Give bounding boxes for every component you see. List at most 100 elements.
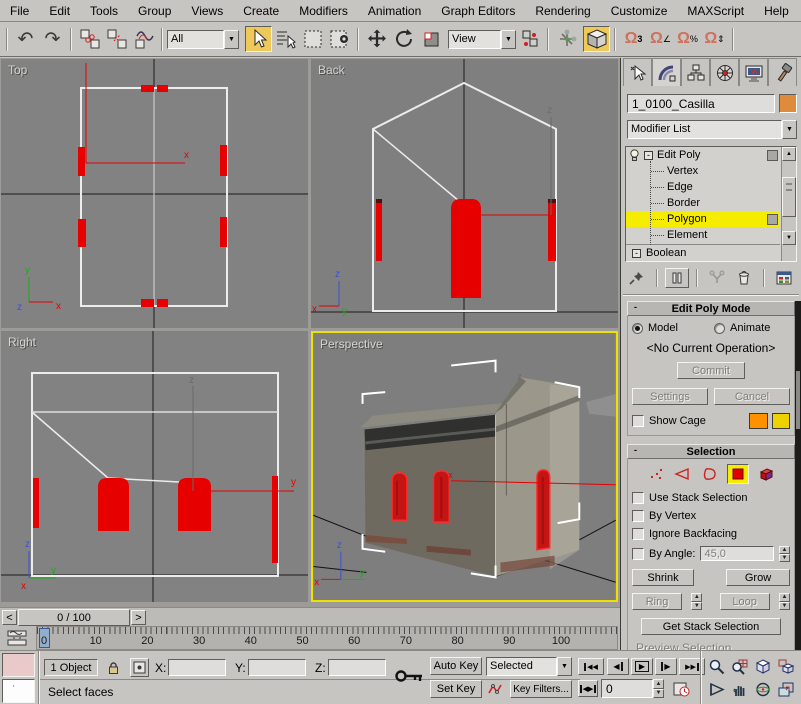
zoom-extents-button[interactable] bbox=[752, 657, 774, 676]
selection-lock-toggle[interactable] bbox=[104, 659, 122, 676]
by-angle-checkbox[interactable]: By Angle: 45,0 ▲▼ bbox=[632, 546, 790, 561]
modifier-enable-square[interactable] bbox=[767, 150, 778, 161]
ring-spinner[interactable]: ▲▼ bbox=[691, 593, 702, 610]
set-keys-button[interactable] bbox=[392, 656, 426, 696]
loop-spinner[interactable]: ▲▼ bbox=[779, 593, 790, 610]
stack-row-border[interactable]: Border bbox=[626, 195, 796, 211]
cage-color-swatch-yellow[interactable] bbox=[772, 413, 790, 429]
loop-button[interactable]: Loop bbox=[720, 593, 770, 610]
cancel-button[interactable]: Cancel bbox=[714, 388, 790, 405]
percent-snap-toggle-button[interactable]: Ω% bbox=[674, 26, 701, 52]
scroll-thumb[interactable] bbox=[782, 177, 796, 217]
window-crossing-toggle-button[interactable] bbox=[326, 26, 353, 52]
panel-scroll-thumb[interactable] bbox=[796, 371, 800, 429]
by-angle-field[interactable]: 45,0 bbox=[700, 546, 774, 561]
grow-button[interactable]: Grow bbox=[726, 569, 790, 586]
configure-modifier-sets-button[interactable] bbox=[772, 268, 796, 288]
key-mode-toggle-button[interactable]: ◀▶ bbox=[578, 680, 598, 697]
track-bar-ruler[interactable]: 0 10 20 30 40 50 60 70 80 90 100 bbox=[36, 626, 618, 650]
select-and-rotate-button[interactable] bbox=[390, 26, 417, 52]
next-frame-button[interactable]: ▶ bbox=[655, 658, 677, 675]
set-key-button[interactable]: Set Key bbox=[430, 680, 482, 698]
select-by-name-button[interactable] bbox=[272, 26, 299, 52]
make-unique-button[interactable] bbox=[705, 268, 729, 288]
zoom-extents-all-button[interactable] bbox=[775, 657, 797, 676]
rectangular-selection-region-button[interactable] bbox=[299, 26, 326, 52]
viewport-top-label[interactable]: Top bbox=[8, 63, 27, 77]
object-color-swatch[interactable] bbox=[779, 94, 797, 113]
auto-key-button[interactable]: Auto Key bbox=[430, 657, 482, 675]
model-radio[interactable]: Model bbox=[632, 322, 708, 334]
shrink-button[interactable]: Shrink bbox=[632, 569, 694, 586]
collapse-box-icon[interactable]: - bbox=[644, 151, 653, 160]
tab-motion[interactable] bbox=[710, 58, 739, 86]
viewport-perspective-canvas[interactable]: x z z x y bbox=[313, 333, 616, 600]
default-in-out-tangents-button[interactable] bbox=[486, 680, 506, 698]
selection-header[interactable]: - Selection bbox=[627, 444, 795, 459]
viewport-top[interactable]: x y x z Top bbox=[1, 59, 308, 328]
z-coordinate-field[interactable] bbox=[328, 659, 386, 676]
stack-scrollbar[interactable]: ▲ ▼ bbox=[781, 147, 796, 261]
settings-button[interactable]: Settings bbox=[632, 388, 708, 405]
vertex-subobject-button[interactable] bbox=[646, 465, 666, 483]
viewport-right-canvas[interactable]: y z z y x bbox=[1, 331, 308, 602]
viewport-perspective-label[interactable]: Perspective bbox=[320, 337, 383, 351]
modifier-enable-square[interactable] bbox=[767, 214, 778, 225]
remove-modifier-button[interactable] bbox=[732, 268, 756, 288]
snaps-toggle-button[interactable]: Ω3 bbox=[620, 26, 647, 52]
show-end-result-button[interactable] bbox=[665, 268, 689, 288]
ignore-backfacing-checkbox[interactable]: Ignore Backfacing bbox=[632, 528, 790, 540]
viewport-right[interactable]: y z z y x Right bbox=[1, 331, 308, 602]
time-slider-prev-button[interactable]: < bbox=[2, 610, 17, 625]
menu-edit[interactable]: Edit bbox=[39, 1, 80, 21]
modifier-list-dropdown[interactable]: Modifier List ▼ bbox=[627, 120, 797, 139]
pan-button[interactable] bbox=[729, 680, 751, 699]
angle-snap-toggle-button[interactable]: Ω∠ bbox=[647, 26, 674, 52]
tab-create[interactable] bbox=[623, 58, 652, 86]
arc-rotate-button[interactable] bbox=[752, 680, 774, 699]
menu-rendering[interactable]: Rendering bbox=[525, 1, 600, 21]
collapse-box-icon[interactable]: - bbox=[632, 249, 641, 258]
stack-modifier-label[interactable]: Edit Poly bbox=[657, 149, 763, 161]
time-slider-handle[interactable]: 0 / 100 bbox=[18, 609, 130, 626]
use-pivot-center-button[interactable] bbox=[516, 26, 543, 52]
maxscript-mini-listener-pink[interactable] bbox=[2, 653, 35, 677]
menu-animation[interactable]: Animation bbox=[358, 1, 431, 21]
select-and-link-button[interactable] bbox=[76, 26, 103, 52]
absolute-mode-toggle[interactable] bbox=[130, 658, 149, 677]
scroll-up-button[interactable]: ▲ bbox=[782, 147, 796, 161]
ring-button[interactable]: Ring bbox=[632, 593, 682, 610]
viewport-back[interactable]: x z z x y Back bbox=[311, 59, 618, 328]
maximize-viewport-toggle-button[interactable] bbox=[775, 680, 797, 699]
y-coordinate-field[interactable] bbox=[248, 659, 306, 676]
get-stack-selection-button[interactable]: Get Stack Selection bbox=[641, 618, 781, 635]
play-button[interactable]: ▶ bbox=[631, 658, 653, 675]
commit-button[interactable]: Commit bbox=[677, 362, 745, 379]
field-of-view-button[interactable] bbox=[706, 680, 728, 699]
menu-customize[interactable]: Customize bbox=[601, 1, 678, 21]
zoom-button[interactable] bbox=[706, 657, 728, 676]
menu-graph-editors[interactable]: Graph Editors bbox=[431, 1, 525, 21]
zoom-all-button[interactable] bbox=[729, 657, 751, 676]
tab-hierarchy[interactable] bbox=[681, 58, 710, 86]
key-filters-button[interactable]: Key Filters... bbox=[510, 680, 572, 698]
select-object-button[interactable] bbox=[245, 26, 272, 52]
unlink-selection-button[interactable] bbox=[103, 26, 130, 52]
frame-spinner[interactable]: ▲▼ bbox=[653, 679, 664, 698]
tab-display[interactable] bbox=[739, 58, 768, 86]
scroll-down-button[interactable]: ▼ bbox=[782, 231, 796, 245]
polygon-subobject-button[interactable] bbox=[727, 464, 749, 484]
spinner-snap-toggle-button[interactable]: Ω⇕ bbox=[701, 26, 728, 52]
current-frame-field[interactable]: 0 bbox=[601, 679, 653, 698]
select-and-scale-button[interactable] bbox=[417, 26, 444, 52]
go-to-start-button[interactable]: ◀◀ bbox=[578, 658, 604, 675]
maxscript-mini-listener-white[interactable]: ' bbox=[2, 679, 35, 703]
menu-maxscript[interactable]: MAXScript bbox=[677, 1, 754, 21]
by-angle-spinner[interactable]: ▲▼ bbox=[779, 546, 790, 561]
bind-to-space-warp-button[interactable] bbox=[130, 26, 157, 52]
by-vertex-checkbox[interactable]: By Vertex bbox=[632, 510, 790, 522]
stack-row-vertex[interactable]: Vertex bbox=[626, 163, 796, 179]
select-and-manipulate-button[interactable] bbox=[553, 26, 580, 52]
viewport-perspective[interactable]: x z z x y Perspective bbox=[311, 331, 618, 602]
select-and-move-button[interactable] bbox=[363, 26, 390, 52]
